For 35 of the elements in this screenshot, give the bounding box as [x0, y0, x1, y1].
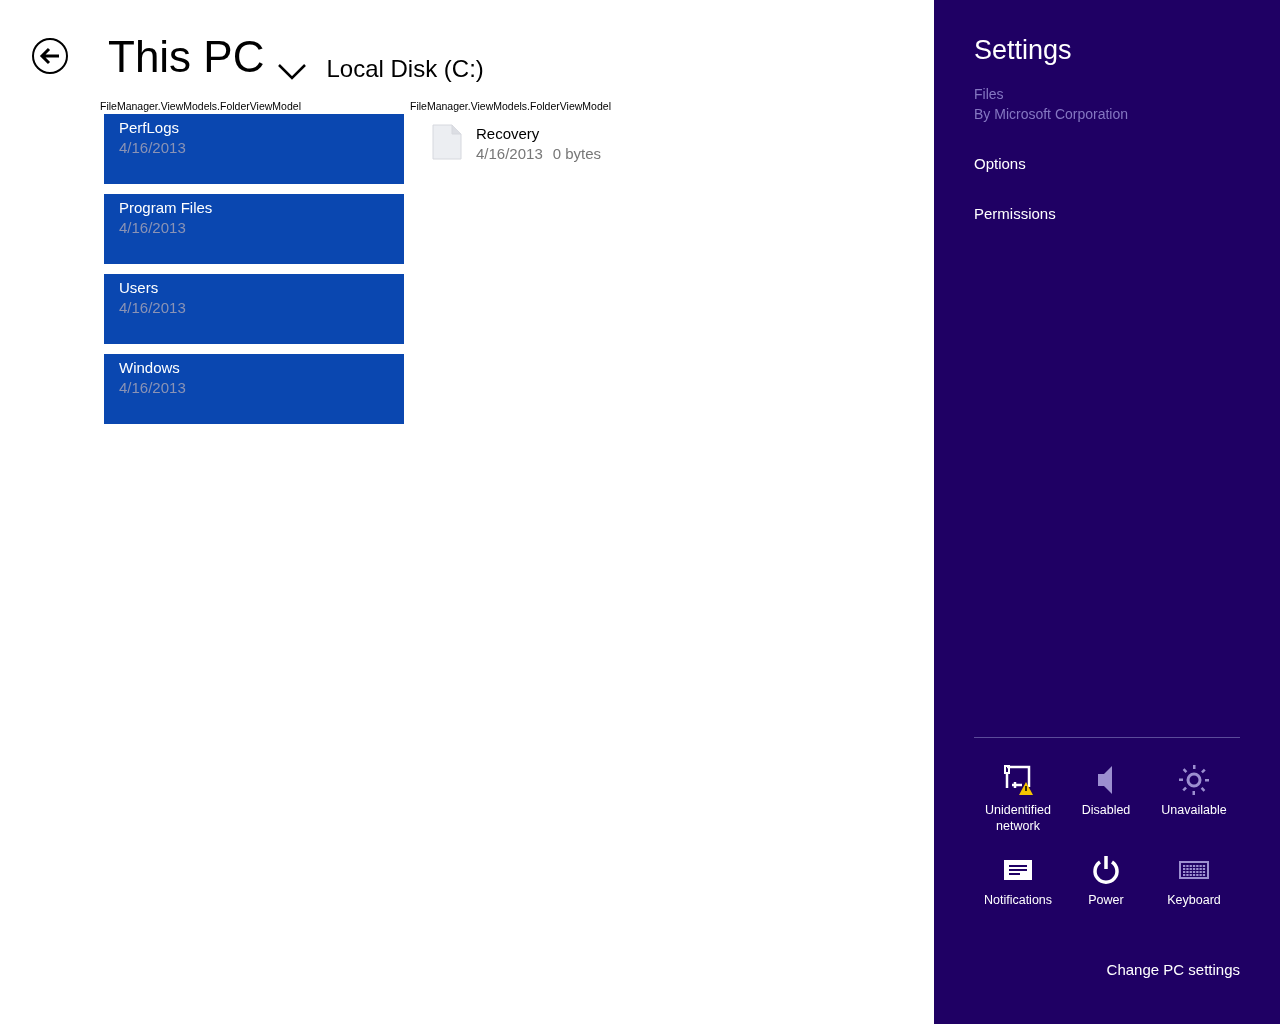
location-label: Local Disk (C:)	[326, 54, 484, 84]
chevron-down-icon[interactable]	[278, 64, 307, 80]
folder-tile[interactable]: Users 4/16/2013	[104, 274, 404, 344]
folder-tile[interactable]: Program Files 4/16/2013	[104, 194, 404, 264]
group-caption: FileManager.ViewModels.FolderViewModel	[410, 100, 612, 113]
folder-tile[interactable]: PerfLogs 4/16/2013	[104, 114, 404, 184]
settings-link[interactable]: Options	[974, 154, 1026, 174]
folder-name: PerfLogs	[119, 118, 181, 138]
back-button[interactable]	[32, 38, 68, 74]
file-date: 4/16/2013	[476, 144, 543, 164]
folder-name: Users	[119, 278, 160, 298]
change-pc-settings-link[interactable]: Change PC settings	[1106, 960, 1240, 980]
folder-date: 4/16/2013	[119, 298, 187, 318]
network-warning-icon	[1002, 764, 1034, 796]
folder-date: 4/16/2013	[119, 378, 187, 398]
file-size: 0 bytes	[552, 144, 602, 164]
quick-action-button[interactable]: Unidentified network	[974, 764, 1062, 840]
group-caption: FileManager.ViewModels.FolderViewModel	[100, 100, 302, 113]
power-icon	[1090, 854, 1122, 886]
folder-date: 4/16/2013	[119, 138, 187, 158]
page-title: This PC	[108, 31, 265, 83]
back-arrow-icon	[39, 47, 61, 65]
file-name: Recovery	[476, 124, 541, 144]
folder-name: Windows	[119, 358, 181, 378]
folder-tile[interactable]: Windows 4/16/2013	[104, 354, 404, 424]
app-name: Files	[974, 85, 1005, 104]
app-publisher: By Microsoft Corporation	[974, 105, 1130, 124]
file-icon	[432, 124, 462, 160]
folder-date: 4/16/2013	[119, 218, 187, 238]
folder-name: Program Files	[119, 198, 214, 218]
sun-icon	[1178, 764, 1210, 796]
quick-action-button[interactable]: Notifications	[974, 854, 1062, 930]
settings-title: Settings	[974, 34, 1073, 67]
settings-link[interactable]: Permissions	[974, 204, 1056, 224]
quick-action-button[interactable]: Power	[1062, 854, 1150, 930]
